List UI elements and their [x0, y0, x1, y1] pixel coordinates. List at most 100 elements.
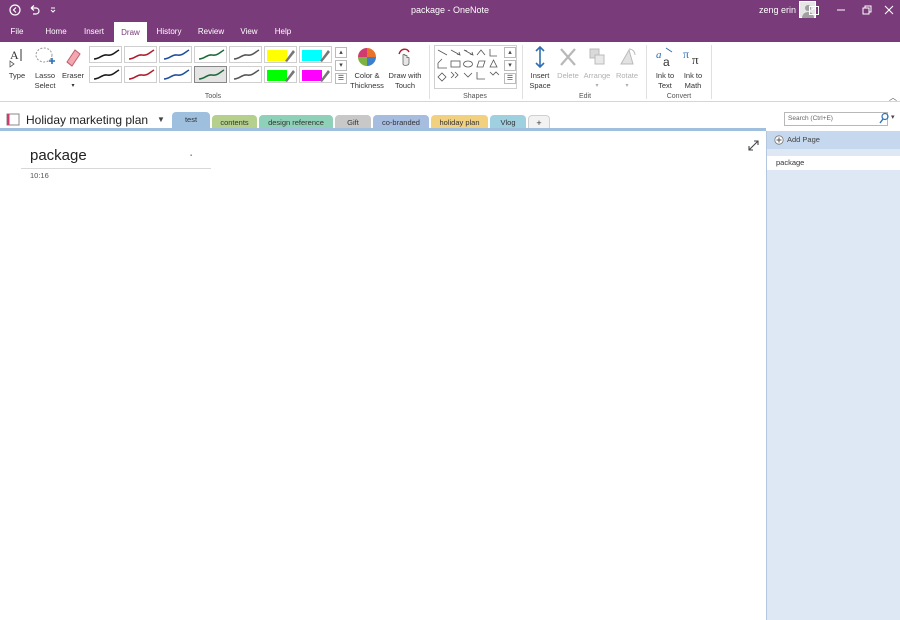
ink-to-math-button[interactable]: ππ Ink to Math — [679, 46, 707, 91]
pen-swatch[interactable] — [229, 66, 262, 83]
delete-label: Delete — [557, 71, 579, 80]
rotate-button[interactable]: Rotate ▾ — [612, 46, 642, 91]
pages-panel: Add Page package — [766, 131, 900, 620]
page-title-marker: ▪ — [190, 153, 193, 159]
delete-icon — [560, 48, 576, 66]
highlighter-swatch[interactable] — [264, 46, 297, 63]
type-button[interactable]: A Type — [4, 46, 30, 81]
tab-file[interactable]: File — [4, 21, 30, 42]
tab-view[interactable]: View — [235, 21, 263, 42]
ink-to-math-label: Ink to Math — [683, 71, 703, 90]
ink-to-math-icon: ππ — [683, 47, 699, 67]
ink-to-text-label: Ink to Text — [655, 71, 675, 90]
draw-with-touch-label: Draw with Touch — [388, 71, 422, 90]
arrange-button[interactable]: Arrange ▾ — [582, 46, 612, 91]
svg-text:A: A — [10, 48, 19, 62]
search-input[interactable]: Search (Ctrl+E) — [784, 112, 888, 126]
minimize-icon[interactable] — [834, 3, 848, 17]
svg-text:π: π — [683, 47, 689, 61]
pen-swatch[interactable] — [194, 66, 227, 83]
gallery-more-icon[interactable]: ☰ — [335, 73, 347, 84]
ribbon-display-options-icon[interactable] — [807, 3, 821, 17]
tab-help[interactable]: Help — [270, 21, 296, 42]
close-icon[interactable] — [882, 3, 896, 17]
tools-group-label: Tools — [204, 93, 222, 100]
pen-swatch[interactable] — [124, 46, 157, 63]
color-thickness-label: Color & Thickness — [350, 71, 384, 90]
pen-swatch[interactable] — [194, 46, 227, 63]
insert-space-button[interactable]: Insert Space — [526, 45, 554, 91]
eraser-label: Eraser — [61, 71, 85, 80]
separator — [522, 45, 523, 99]
eraser-button[interactable]: Eraser ▾ — [60, 46, 86, 91]
search-icon[interactable] — [879, 112, 889, 126]
rotate-dropdown-icon[interactable]: ▾ — [612, 81, 642, 91]
svg-text:π: π — [692, 52, 699, 67]
add-page-button[interactable]: Add Page — [767, 131, 900, 149]
gallery-down-icon[interactable]: ▾ — [335, 60, 347, 71]
notebook-icon — [6, 113, 20, 128]
type-label: Type — [8, 71, 26, 80]
page-canvas[interactable]: package ▪ 10:16 — [0, 131, 766, 620]
add-page-icon[interactable] — [774, 135, 784, 147]
user-name[interactable]: zeng erin — [759, 5, 796, 15]
pen-swatch[interactable] — [89, 66, 122, 83]
shapes-more-icon[interactable]: ☰ — [504, 73, 516, 84]
pen-swatch[interactable] — [89, 46, 122, 63]
shapes-group-label: Shapes — [463, 93, 487, 100]
menu-bar: File Home Insert Draw History Review Vie… — [0, 21, 900, 42]
restore-icon[interactable] — [860, 3, 874, 17]
page-timestamp: 10:16 — [30, 171, 49, 180]
collapse-ribbon-icon[interactable]: ︿ — [889, 92, 897, 103]
arrange-icon — [589, 48, 605, 65]
eraser-icon — [66, 49, 81, 67]
full-page-view-icon[interactable] — [748, 140, 759, 153]
edit-group-label: Edit — [578, 93, 592, 100]
pen-swatch[interactable] — [124, 66, 157, 83]
pen-swatch[interactable] — [159, 46, 192, 63]
separator — [646, 45, 647, 99]
page-list-item[interactable]: package — [767, 156, 900, 170]
shapes-up-icon[interactable]: ▴ — [504, 47, 516, 58]
lasso-select-button[interactable]: Lasso Select — [31, 46, 59, 91]
touch-draw-icon — [398, 48, 410, 66]
insert-space-icon — [535, 45, 545, 69]
notebook-dropdown-icon[interactable]: ▼ — [157, 115, 165, 124]
search-scope-icon[interactable]: ▾ — [891, 113, 895, 121]
color-wheel-icon — [358, 48, 376, 66]
draw-with-touch-button[interactable]: Draw with Touch — [386, 46, 424, 91]
tab-insert[interactable]: Insert — [78, 21, 110, 42]
highlighter-swatch[interactable] — [264, 66, 297, 83]
gallery-up-icon[interactable]: ▴ — [335, 47, 347, 58]
tab-draw[interactable]: Draw — [114, 22, 147, 42]
shapes-down-icon[interactable]: ▾ — [504, 60, 516, 71]
notebook-name[interactable]: Holiday marketing plan — [26, 113, 148, 127]
ribbon: A Type Lasso Select Eraser ▾ ▴ ▾ ☰ Tools… — [0, 42, 900, 102]
svg-text:a: a — [656, 49, 662, 61]
color-thickness-button[interactable]: Color & Thickness — [349, 46, 385, 91]
ink-to-text-button[interactable]: aa Ink to Text — [651, 46, 679, 91]
tab-home[interactable]: Home — [40, 21, 72, 42]
tab-review[interactable]: Review — [193, 21, 229, 42]
ink-to-text-icon: aa — [656, 47, 673, 69]
title-bar: package - OneNote zeng erin — [0, 0, 900, 21]
insert-space-label: Insert Space — [529, 71, 551, 90]
arrange-dropdown-icon[interactable]: ▾ — [582, 81, 612, 91]
highlighter-swatch[interactable] — [299, 46, 332, 63]
shapes-icon — [437, 49, 500, 82]
add-page-label: Add Page — [787, 135, 820, 144]
rotate-icon — [620, 48, 636, 65]
pen-swatch[interactable] — [159, 66, 192, 83]
lasso-select-label: Lasso Select — [34, 71, 56, 90]
separator — [429, 45, 430, 99]
section-tab-test[interactable]: test — [172, 112, 210, 129]
tab-history[interactable]: History — [151, 21, 187, 42]
convert-group-label: Convert — [666, 93, 692, 100]
delete-button[interactable]: Delete — [554, 46, 582, 81]
pen-swatch[interactable] — [229, 46, 262, 63]
eraser-dropdown-icon[interactable]: ▾ — [60, 81, 86, 91]
highlighter-swatch[interactable] — [299, 66, 332, 83]
page-title[interactable]: package — [30, 147, 87, 164]
type-icon: A — [9, 48, 22, 68]
page-title-divider — [21, 168, 211, 169]
